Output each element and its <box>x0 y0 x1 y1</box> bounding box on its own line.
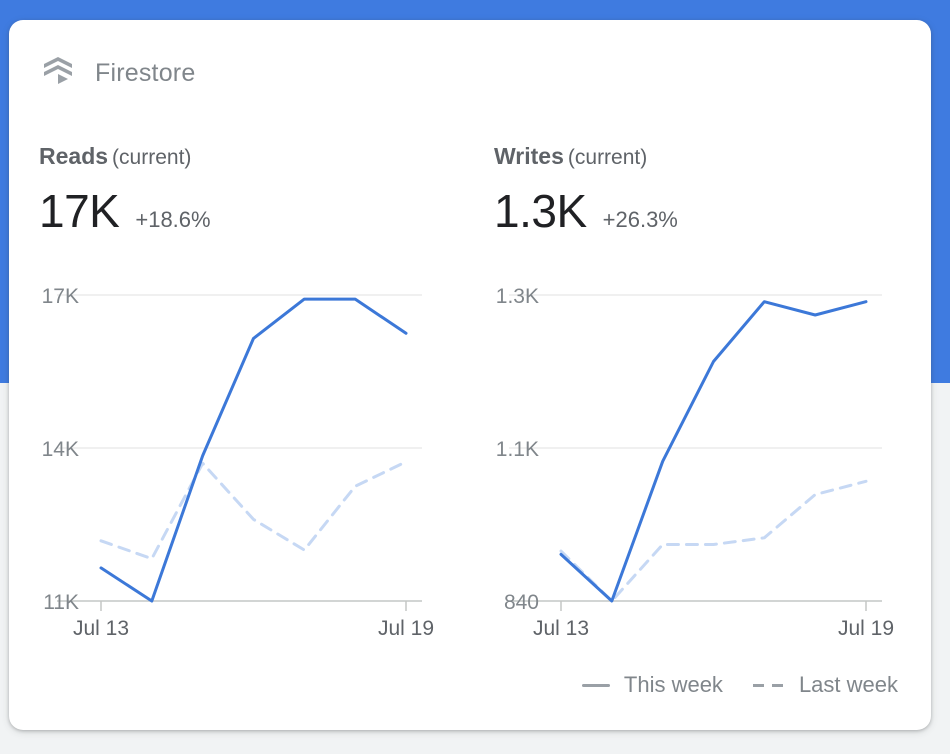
legend-this-week-label: This week <box>623 672 723 697</box>
legend-last-week-label: Last week <box>798 672 898 697</box>
legend-last-week[interactable]: Last week <box>752 672 898 698</box>
dashed-line-icon <box>752 683 785 687</box>
writes-y-tick-label: 1.3K <box>496 285 539 308</box>
solid-line-icon <box>581 683 610 687</box>
writes-y-tick-label: 1.1K <box>496 438 539 461</box>
writes-x-tick-label: Jul 19 <box>838 617 894 640</box>
firestore-card: Firestore Reads (current) 17K +18.6% Writ… <box>9 20 931 730</box>
writes-last-week-line[interactable] <box>559 479 868 603</box>
chart-legend: This week Last week <box>552 672 898 698</box>
writes-this-week-line[interactable] <box>559 300 868 603</box>
writes-x-tick-label: Jul 13 <box>533 617 589 640</box>
legend-this-week[interactable]: This week <box>581 672 723 698</box>
writes-chart[interactable]: 840 1.1K 1.3K Jul 13 Jul 19 <box>9 20 931 730</box>
writes-y-tick-label: 840 <box>504 591 539 614</box>
